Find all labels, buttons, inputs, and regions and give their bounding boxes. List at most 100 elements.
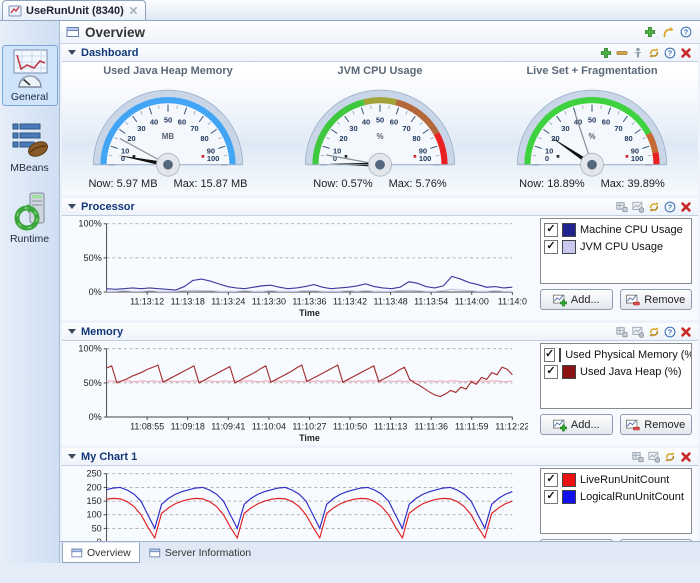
legend-item[interactable]: ✓Used Physical Memory (%) [544, 346, 688, 363]
svg-text:11:10:50: 11:10:50 [333, 422, 367, 432]
checkbox-icon[interactable]: ✓ [544, 490, 558, 504]
collapse-triangle-icon[interactable] [68, 50, 76, 55]
delete-icon[interactable] [680, 451, 692, 463]
section-title: Processor [81, 201, 611, 213]
remove-attribute-button[interactable]: Remove [620, 414, 693, 435]
svg-text:10: 10 [121, 146, 129, 155]
window-icon [149, 547, 161, 559]
bottom-tab-overview[interactable]: Overview [62, 542, 140, 563]
help-icon[interactable] [664, 201, 676, 213]
bottom-tab-server-information[interactable]: Server Information [140, 542, 260, 563]
svg-text:11:13:54: 11:13:54 [414, 297, 448, 307]
refresh-icon[interactable] [664, 451, 676, 463]
svg-text:11:11:59: 11:11:59 [455, 422, 488, 432]
my-chart-1-legend: ✓LiveRunUnitCount✓LogicalRunUnitCount [540, 468, 692, 534]
svg-text:40: 40 [150, 118, 158, 127]
gauge-dial: 0102030405060708090100% [289, 79, 471, 178]
sidebar-item-mbeans[interactable]: MBeans [2, 116, 58, 177]
svg-text:11:13:30: 11:13:30 [252, 297, 286, 307]
console-icon [8, 4, 22, 18]
svg-text:Time: Time [299, 308, 320, 318]
help-icon[interactable] [680, 26, 692, 38]
minus-icon[interactable] [616, 47, 628, 59]
legend-item[interactable]: ✓Used Java Heap (%) [544, 363, 688, 380]
svg-text:80: 80 [412, 134, 420, 143]
table-lock-icon[interactable] [632, 451, 644, 463]
help-icon[interactable] [664, 47, 676, 59]
add-chart-icon[interactable] [644, 26, 656, 38]
svg-text:70: 70 [614, 124, 622, 133]
help-icon[interactable] [664, 326, 676, 338]
my-chart-1-section: My Chart 1 05010015020025011:13:1211:13:… [62, 448, 698, 541]
processor-section: Processor 0%50%100%11:13:1211:13:1811:13… [62, 198, 698, 320]
collapse-triangle-icon[interactable] [68, 329, 76, 334]
add-attribute-button[interactable]: Add... [540, 289, 613, 310]
svg-text:50%: 50% [84, 378, 102, 388]
gauge-title: JVM CPU Usage [338, 65, 423, 79]
delete-icon[interactable] [680, 326, 692, 338]
checkbox-icon[interactable]: ✓ [544, 365, 558, 379]
refresh-icon[interactable] [648, 326, 660, 338]
accessibility-icon[interactable] [632, 47, 644, 59]
bottom-tabbar: Overview Server Information [60, 541, 700, 563]
svg-text:20: 20 [127, 134, 135, 143]
legend-item[interactable]: ✓Machine CPU Usage [544, 221, 688, 238]
chart-add-icon [553, 418, 567, 432]
curved-arrow-icon[interactable] [662, 26, 674, 38]
svg-text:11:10:27: 11:10:27 [292, 422, 326, 432]
svg-text:20: 20 [339, 134, 347, 143]
sidebar-item-label: General [11, 91, 48, 103]
refresh-icon[interactable] [648, 201, 660, 213]
add-icon[interactable] [600, 47, 612, 59]
sidebar-item-general[interactable]: General [2, 45, 58, 106]
editor-tab[interactable]: UseRunUnit (8340) [2, 0, 146, 20]
tab-close-icon[interactable] [128, 5, 139, 16]
delete-icon[interactable] [680, 47, 692, 59]
legend-color-swatch [562, 490, 576, 504]
add-attribute-button[interactable]: Add... [540, 414, 613, 435]
svg-text:0%: 0% [89, 287, 102, 297]
svg-text:70: 70 [402, 124, 410, 133]
section-title: My Chart 1 [81, 451, 627, 463]
editor-tab-label: UseRunUnit (8340) [26, 5, 124, 17]
table-lock-icon[interactable] [616, 326, 628, 338]
remove-attribute-button[interactable]: Remove [620, 289, 693, 310]
gauge-title: Used Java Heap Memory [103, 65, 233, 79]
sidebar-item-runtime[interactable]: Runtime [2, 187, 58, 248]
svg-text:50: 50 [376, 115, 384, 124]
checkbox-icon[interactable]: ✓ [544, 223, 558, 237]
gauge-title: Live Set + Fragmentation [526, 65, 657, 79]
checkbox-icon[interactable]: ✓ [544, 348, 555, 362]
refresh-icon[interactable] [648, 47, 660, 59]
legend-color-swatch [562, 240, 576, 254]
svg-text:10: 10 [545, 146, 553, 155]
svg-text:11:14:0: 11:14:0 [498, 297, 527, 307]
legend-item[interactable]: ✓JVM CPU Usage [544, 238, 688, 255]
svg-text:40: 40 [362, 118, 370, 127]
gauge-max-value: Max: 15.87 MB [174, 178, 248, 190]
gauge-used-java-heap: Used Java Heap Memory 010203040506070809… [62, 62, 274, 195]
collapse-triangle-icon[interactable] [68, 454, 76, 459]
gauge-now-value: Now: 0.57% [313, 178, 372, 190]
svg-text:11:13:42: 11:13:42 [333, 297, 367, 307]
page-title: Overview [85, 25, 639, 40]
delete-icon[interactable] [680, 201, 692, 213]
chart-person-icon[interactable] [632, 201, 644, 213]
chart-add-icon [553, 293, 567, 307]
legend-item[interactable]: ✓LiveRunUnitCount [544, 471, 688, 488]
overview-content: Dashboard Used Java Heap Memory [60, 44, 700, 541]
checkbox-icon[interactable]: ✓ [544, 473, 558, 487]
svg-text:50: 50 [164, 115, 172, 124]
collapse-triangle-icon[interactable] [68, 204, 76, 209]
svg-text:60: 60 [178, 118, 186, 127]
svg-text:0: 0 [121, 154, 125, 163]
legend-item[interactable]: ✓LogicalRunUnitCount [544, 488, 688, 505]
gauge-dial: 0102030405060708090100MB [77, 79, 259, 178]
checkbox-icon[interactable]: ✓ [544, 240, 558, 254]
chart-person-icon[interactable] [632, 326, 644, 338]
svg-text:11:11:36: 11:11:36 [414, 422, 447, 432]
legend-color-swatch [562, 365, 576, 379]
sidebar-item-label: MBeans [10, 162, 49, 174]
table-lock-icon[interactable] [616, 201, 628, 213]
chart-person-icon[interactable] [648, 451, 660, 463]
